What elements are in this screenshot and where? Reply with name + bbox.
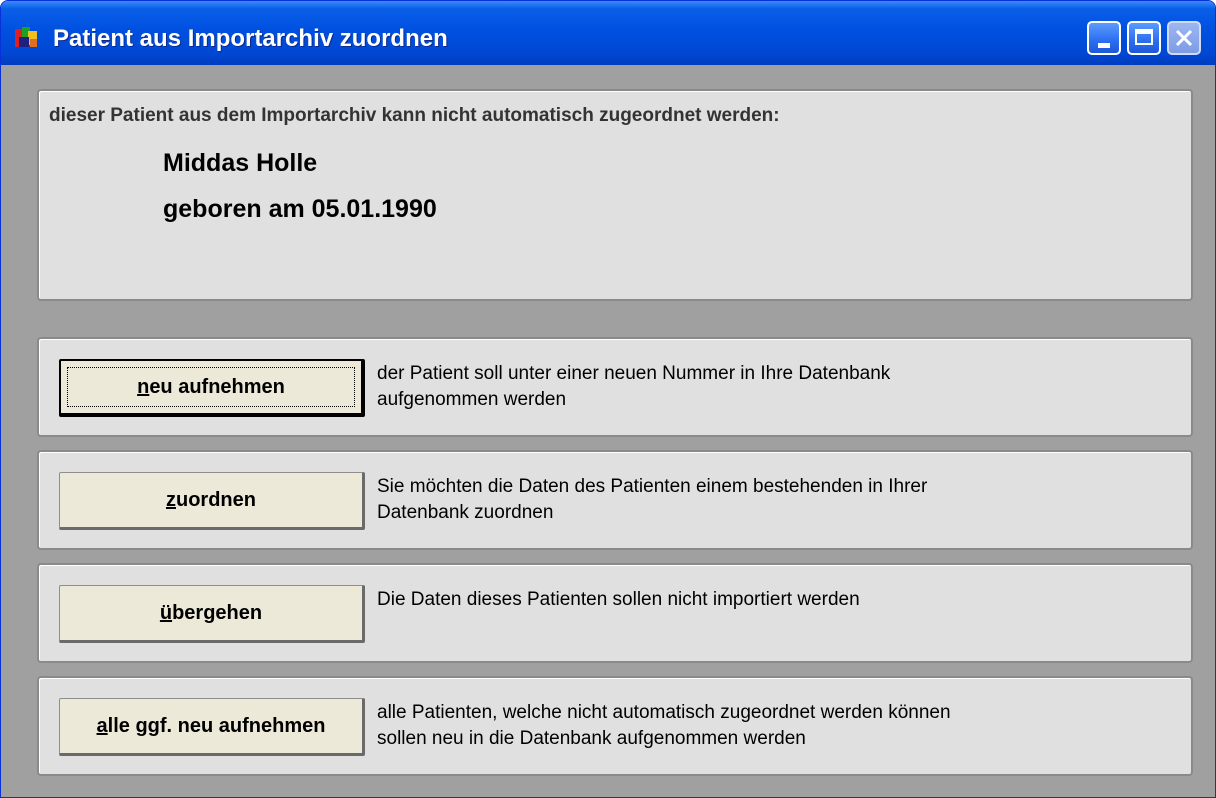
window-title: Patient aus Importarchiv zuordnen [53, 25, 448, 52]
minimize-icon [1098, 43, 1110, 48]
action-row-skip: ü bergehen Die Daten dieses Patienten sol… [37, 563, 1193, 663]
import-all-button[interactable]: a lle ggf. neu aufnehmen [59, 698, 365, 756]
button-label: bergehen [172, 601, 263, 624]
mnemonic-letter: a [96, 714, 108, 737]
button-label: lle ggf. neu aufnehmen [107, 714, 326, 737]
maximize-button[interactable] [1127, 21, 1161, 55]
maximize-icon [1135, 29, 1153, 45]
mnemonic-letter: ü [159, 601, 173, 624]
close-button[interactable] [1167, 21, 1201, 55]
patient-name: Middas Holle [163, 149, 318, 177]
new-record-description: der Patient soll unter einer neuen Numme… [377, 361, 1157, 413]
description-line: Datenbank zuordnen [377, 502, 554, 523]
close-icon [1175, 29, 1193, 47]
mnemonic-letter: z [166, 488, 176, 511]
description-line: Die Daten dieses Patienten sollen nicht … [377, 589, 860, 610]
action-row-new-record: n eu aufnehmen der Patient soll unter ein… [37, 337, 1193, 437]
skip-button[interactable]: ü bergehen [59, 585, 365, 643]
description-line: Sie möchten die Daten des Patienten eine… [377, 476, 928, 497]
focus-indicator [67, 367, 355, 407]
button-label: uordnen [176, 488, 256, 511]
minimize-button[interactable] [1087, 21, 1121, 55]
assign-description: Sie möchten die Daten des Patienten eine… [377, 474, 1157, 526]
description-line: aufgenommen werden [377, 389, 567, 410]
action-row-import-all: a lle ggf. neu aufnehmen alle Patienten, … [37, 676, 1193, 776]
title-bar[interactable]: Patient aus Importarchiv zuordnen [1, 1, 1215, 65]
info-heading: dieser Patient aus dem Importarchiv kann… [49, 105, 780, 126]
action-row-assign: z uordnen Sie möchten die Daten des Patie… [37, 450, 1193, 550]
assign-button[interactable]: z uordnen [59, 472, 365, 530]
description-line: der Patient soll unter einer neuen Numme… [377, 363, 891, 384]
description-line: sollen neu in die Datenbank aufgenommen … [377, 728, 806, 749]
app-icon [15, 27, 37, 47]
dialog-window: Patient aus Importarchiv zuordnen dieser… [0, 0, 1216, 798]
import-all-description: alle Patienten, welche nicht automatisch… [377, 700, 1157, 752]
description-line: alle Patienten, welche nicht automatisch… [377, 702, 951, 723]
new-record-button[interactable]: n eu aufnehmen [59, 359, 365, 417]
patient-birthdate: geboren am 05.01.1990 [163, 195, 437, 223]
skip-description: Die Daten dieses Patienten sollen nicht … [377, 587, 1157, 613]
patient-info-panel: dieser Patient aus dem Importarchiv kann… [37, 89, 1193, 301]
